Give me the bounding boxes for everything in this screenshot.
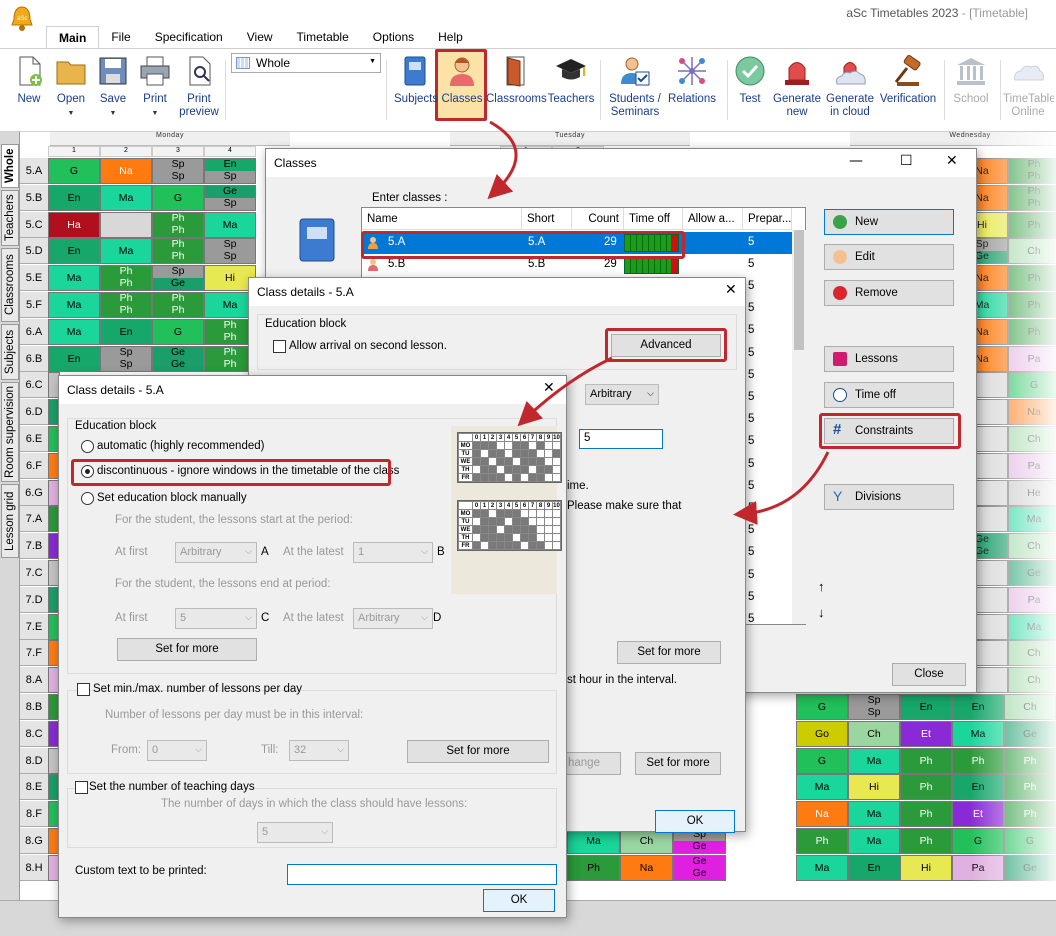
arrow-constraints xyxy=(733,451,830,525)
arrow-classes xyxy=(487,120,518,200)
arrow-advanced xyxy=(517,356,613,427)
annotation-arrows xyxy=(487,120,830,525)
